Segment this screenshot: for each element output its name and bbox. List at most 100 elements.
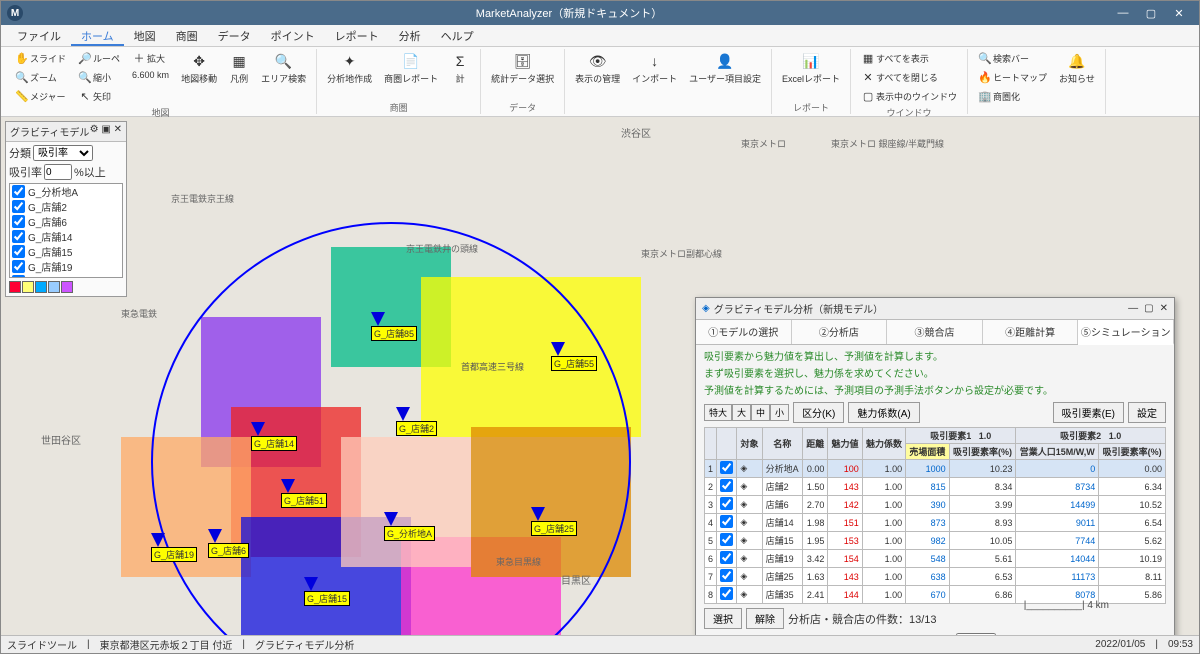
map-marker[interactable]: G_店舗6 bbox=[208, 529, 249, 558]
dialog-settings-button[interactable]: 設定 bbox=[1128, 402, 1166, 423]
dialog-tab[interactable]: ③競合店 bbox=[887, 320, 983, 344]
map-canvas[interactable]: 渋谷区 目黒区 世田谷区 京王電鉄京王線 京王電鉄井の頭線 東急電鉄 東急目黒線… bbox=[1, 117, 1199, 635]
measure-button[interactable]: 📏メジャー bbox=[11, 87, 70, 105]
search-bar-button[interactable]: 🔍検索バー bbox=[974, 49, 1051, 67]
layer-checkbox[interactable] bbox=[12, 215, 25, 228]
layer-item[interactable]: G_店舗15 bbox=[10, 244, 122, 259]
excel-report-button[interactable]: 📊Excelレポート bbox=[778, 49, 844, 87]
close-all-button[interactable]: ✕すべてを閉じる bbox=[857, 68, 961, 86]
layer-item[interactable]: G_店舗2 bbox=[10, 199, 122, 214]
minimize-button[interactable]: — bbox=[1109, 3, 1137, 23]
maximize-button[interactable]: ▢ bbox=[1137, 3, 1165, 23]
layer-item[interactable]: G_分析地A bbox=[10, 184, 122, 199]
layer-item[interactable]: G_店舗14 bbox=[10, 229, 122, 244]
kubun-button[interactable]: 区分(K) bbox=[793, 402, 844, 423]
rate-input[interactable] bbox=[44, 164, 72, 180]
menu-point[interactable]: ポイント bbox=[261, 25, 325, 46]
color-swatch[interactable] bbox=[35, 281, 47, 293]
map-marker[interactable]: G_店舗55 bbox=[551, 342, 597, 371]
table-row[interactable]: 7◈店舗251.631431.006386.53111738.11 bbox=[705, 568, 1166, 586]
classify-select[interactable]: 吸引率 bbox=[33, 145, 93, 161]
layer-item[interactable]: G_店舗6 bbox=[10, 214, 122, 229]
row-check[interactable] bbox=[720, 587, 733, 600]
shrink-button[interactable]: 🔍縮小 bbox=[74, 68, 124, 86]
row-check[interactable] bbox=[720, 551, 733, 564]
table-row[interactable]: 6◈店舗193.421541.005485.611404410.19 bbox=[705, 550, 1166, 568]
color-swatch[interactable] bbox=[22, 281, 34, 293]
map-marker[interactable]: G_店舗14 bbox=[251, 422, 297, 451]
layer-item[interactable]: G_店舗25 bbox=[10, 274, 122, 278]
dialog-max-icon[interactable]: ▢ bbox=[1144, 303, 1153, 314]
table-row[interactable]: 4◈店舗141.981511.008738.9390116.54 bbox=[705, 514, 1166, 532]
loupe-button[interactable]: 🔎ルーペ bbox=[74, 49, 124, 67]
map-marker[interactable]: G_店舗25 bbox=[531, 507, 577, 536]
layer-checkbox[interactable] bbox=[12, 185, 25, 198]
suction-button[interactable]: 吸引要素(E) bbox=[1053, 402, 1124, 423]
close-button[interactable]: ✕ bbox=[1165, 3, 1193, 23]
slide-button[interactable]: ✋スライド bbox=[11, 49, 70, 67]
menu-analyze[interactable]: 分析 bbox=[389, 25, 431, 46]
size-button[interactable]: 小 bbox=[770, 404, 789, 421]
zoom-button[interactable]: 🔍ズーム bbox=[11, 68, 70, 86]
menu-help[interactable]: ヘルプ bbox=[431, 25, 484, 46]
stat-data-button[interactable]: 🗄統計データ選択 bbox=[487, 49, 558, 87]
table-row[interactable]: 2◈店舗21.501431.008158.3487346.34 bbox=[705, 478, 1166, 496]
dialog-tab[interactable]: ④距離計算 bbox=[983, 320, 1079, 344]
dialog-tab[interactable]: ②分析店 bbox=[792, 320, 888, 344]
map-marker[interactable]: G_店舗85 bbox=[371, 312, 417, 341]
select-button[interactable]: 選択 bbox=[704, 608, 742, 629]
import-button[interactable]: ↓インポート bbox=[628, 49, 681, 87]
dialog-tab[interactable]: ⑤シミュレーション bbox=[1078, 320, 1174, 345]
color-swatch[interactable] bbox=[48, 281, 60, 293]
map-marker[interactable]: G_店舗51 bbox=[281, 479, 327, 508]
legend-button[interactable]: ▦凡例 bbox=[225, 49, 253, 87]
size-button[interactable]: 中 bbox=[751, 404, 770, 421]
miryoku-button[interactable]: 魅力係数(A) bbox=[848, 402, 919, 423]
ribbon-heatmap-button[interactable]: 🔥ヒートマップ bbox=[974, 68, 1051, 86]
map-marker[interactable]: G_店舗2 bbox=[396, 407, 437, 436]
table-row[interactable]: 3◈店舗62.701421.003903.991449910.52 bbox=[705, 496, 1166, 514]
layer-checkbox[interactable] bbox=[12, 260, 25, 273]
layer-item[interactable]: G_店舗19 bbox=[10, 259, 122, 274]
user-settings-button[interactable]: 👤ユーザー項目設定 bbox=[685, 49, 765, 87]
show-all-button[interactable]: ▦すべてを表示 bbox=[857, 49, 961, 67]
show-window-button[interactable]: ▢表示中のウインドウ bbox=[857, 87, 961, 105]
map-marker[interactable]: G_店舗19 bbox=[151, 533, 197, 562]
menu-report[interactable]: レポート bbox=[325, 25, 389, 46]
traffic-input[interactable] bbox=[956, 633, 996, 635]
inform-button[interactable]: 🔔お知らせ bbox=[1055, 49, 1099, 87]
release-button[interactable]: 解除 bbox=[746, 608, 784, 629]
area-report-button[interactable]: 📄商圏レポート bbox=[380, 49, 442, 87]
display-mgmt-button[interactable]: 👁表示の管理 bbox=[571, 49, 624, 87]
size-button[interactable]: 特大 bbox=[704, 404, 732, 421]
dialog-min-icon[interactable]: — bbox=[1128, 303, 1138, 314]
menu-draw[interactable]: 商圏 bbox=[166, 25, 208, 46]
row-check[interactable] bbox=[720, 461, 733, 474]
row-check[interactable] bbox=[720, 533, 733, 546]
table-row[interactable]: 1◈分析地A0.001001.00100010.2300.00 bbox=[705, 460, 1166, 478]
arrow-button[interactable]: ↖矢印 bbox=[74, 87, 124, 105]
analysis-work-button[interactable]: ✦分析地作成 bbox=[323, 49, 376, 87]
row-check[interactable] bbox=[720, 515, 733, 528]
dialog-tab[interactable]: ①モデルの選択 bbox=[696, 320, 792, 344]
menu-home[interactable]: ホーム bbox=[71, 25, 124, 46]
size-button[interactable]: 大 bbox=[732, 404, 751, 421]
floor-button[interactable]: 🏢商圏化 bbox=[974, 87, 1051, 105]
layer-checkbox[interactable] bbox=[12, 245, 25, 258]
layer-checkbox[interactable] bbox=[12, 230, 25, 243]
calc-button[interactable]: Σ計 bbox=[446, 49, 474, 87]
area-search-button[interactable]: 🔍エリア検索 bbox=[257, 49, 310, 87]
menu-map[interactable]: 地図 bbox=[124, 25, 166, 46]
enlarge-button[interactable]: ＋拡大 bbox=[128, 49, 173, 67]
map-marker[interactable]: G_店舗15 bbox=[304, 577, 350, 606]
panel-gears-icon[interactable]: ⚙ ▣ ✕ bbox=[90, 124, 122, 139]
map-move-button[interactable]: ✥地図移動 bbox=[177, 49, 221, 87]
color-swatch[interactable] bbox=[9, 281, 21, 293]
layer-checkbox[interactable] bbox=[12, 275, 25, 278]
row-check[interactable] bbox=[720, 479, 733, 492]
dialog-close-icon[interactable]: ✕ bbox=[1160, 303, 1168, 314]
color-swatch[interactable] bbox=[61, 281, 73, 293]
menu-file[interactable]: ファイル bbox=[7, 25, 71, 46]
row-check[interactable] bbox=[720, 497, 733, 510]
table-row[interactable]: 5◈店舗151.951531.0098210.0577445.62 bbox=[705, 532, 1166, 550]
